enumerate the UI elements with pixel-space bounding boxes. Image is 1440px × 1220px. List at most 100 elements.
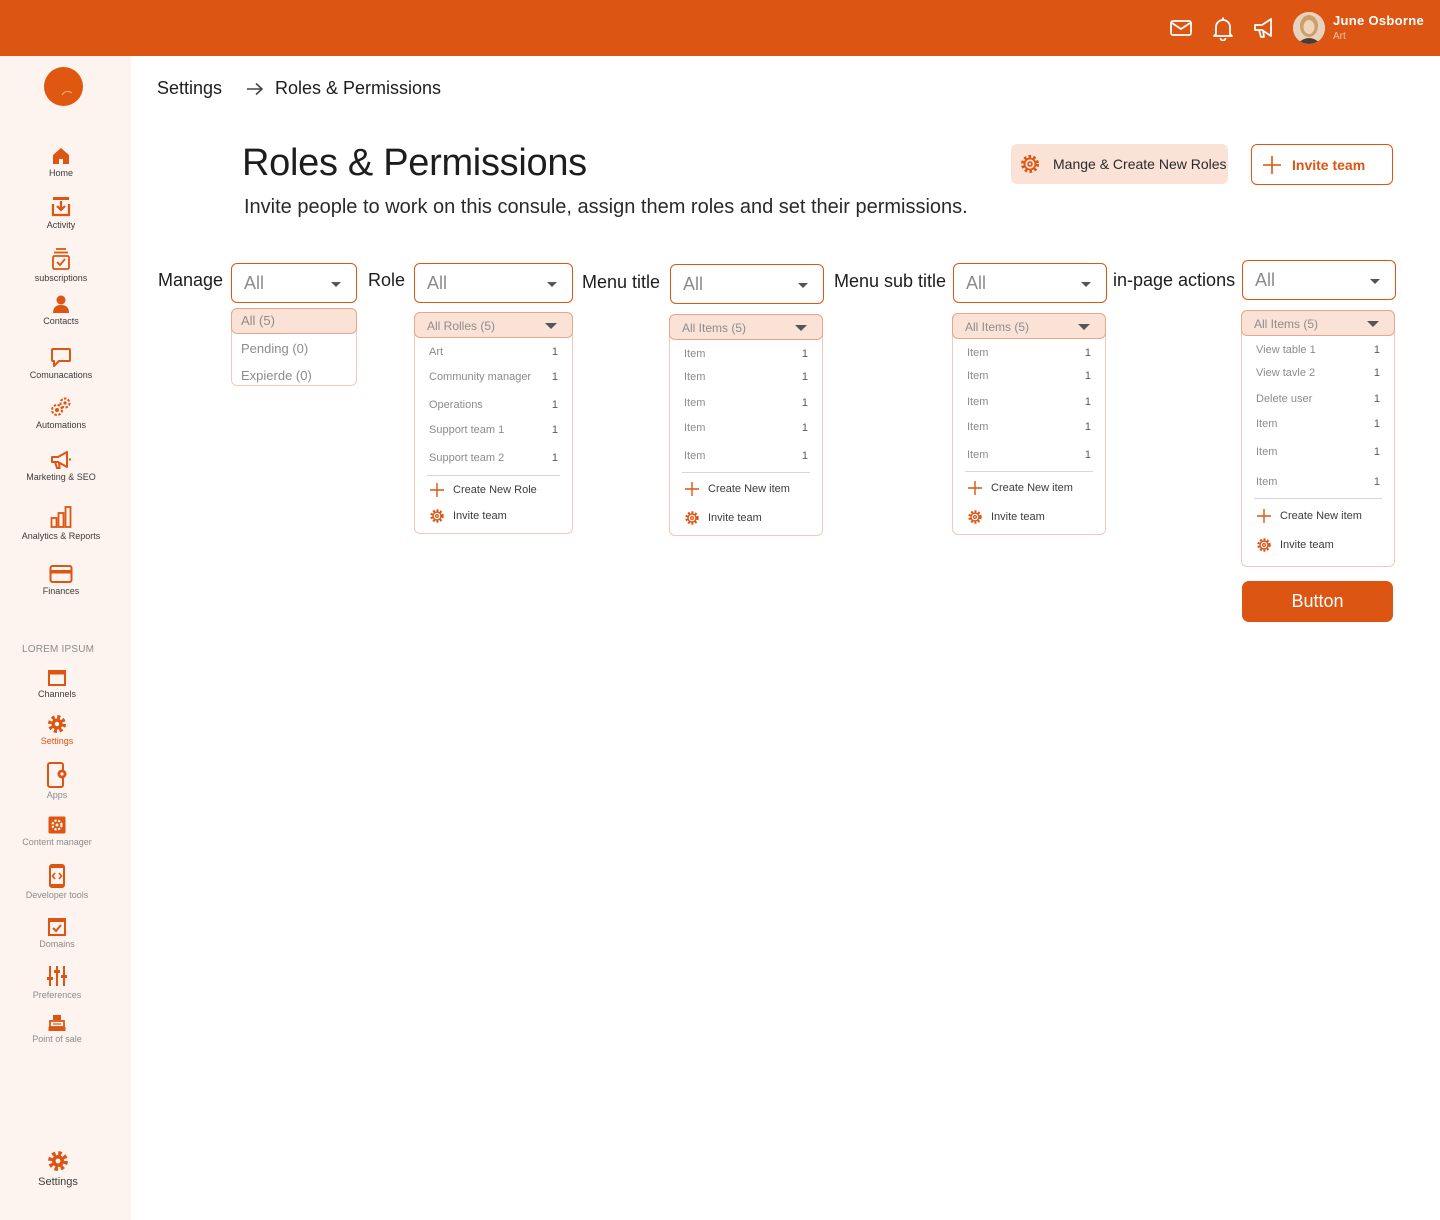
sidebar-item-label: Preferences [32, 990, 82, 1000]
item-name: Support team 2 [429, 452, 505, 464]
list-item[interactable]: Item 1 [684, 422, 808, 438]
invite-team-action[interactable]: Invite team [429, 507, 507, 525]
list-item[interactable]: Support team 1 1 [429, 424, 558, 440]
primary-button[interactable]: Button [1242, 581, 1393, 622]
item-name: Support team 1 [429, 424, 505, 436]
list-item[interactable]: View tavle 2 1 [1256, 367, 1380, 383]
manage-option[interactable]: Pending (0) [232, 338, 356, 360]
sidebar-item-analytics[interactable]: Analytics & Reports [6, 505, 116, 541]
sidebar-item-channels[interactable]: Channels [2, 669, 112, 699]
menu-title-select[interactable]: All [670, 264, 824, 304]
action-label: Invite team [991, 511, 1045, 523]
sidebar-item-apps[interactable]: Apps [2, 762, 112, 800]
gear-icon [48, 1151, 68, 1171]
create-new-role-action[interactable]: Create New Role [429, 481, 537, 499]
list-item[interactable]: Item 1 [967, 396, 1091, 412]
list-item[interactable]: Delete user 1 [1256, 393, 1380, 409]
plus-icon [430, 483, 444, 497]
sidebar-item-automations[interactable]: Automations [6, 396, 116, 430]
list-item[interactable]: Item 1 [967, 421, 1091, 437]
dropdown-head-label: All Items (5) [965, 320, 1030, 334]
list-item[interactable]: Item 1 [684, 450, 808, 466]
item-count: 1 [1373, 393, 1380, 405]
sidebar-item-label: Settings [38, 1176, 78, 1188]
plus-icon [968, 481, 982, 495]
role-select[interactable]: All [414, 263, 573, 303]
item-count: 1 [1373, 418, 1380, 430]
list-item[interactable]: Item 1 [1256, 446, 1380, 462]
megaphone-icon[interactable] [1251, 15, 1277, 41]
checkbox-icon [48, 918, 66, 936]
item-count: 1 [1373, 344, 1380, 356]
create-new-item-action[interactable]: Create New item [1256, 507, 1362, 525]
sidebar-item-preferences[interactable]: Preferences [2, 964, 112, 1000]
list-item[interactable]: Item 1 [684, 397, 808, 413]
invite-team-button[interactable]: Invite team [1251, 144, 1393, 185]
manage-option[interactable]: Expierde (0) [232, 365, 356, 387]
sidebar-item-home[interactable]: Home [6, 146, 116, 178]
role-dropdown-head[interactable]: All Rolles (5) [414, 312, 573, 338]
item-name: Delete user [1256, 393, 1313, 405]
create-new-item-action[interactable]: Create New item [684, 480, 790, 498]
list-item[interactable]: Item 1 [967, 370, 1091, 386]
list-item[interactable]: Item 1 [684, 371, 808, 387]
list-item[interactable]: Item 1 [1256, 476, 1380, 492]
manage-roles-button[interactable]: Mange & Create New Roles [1011, 144, 1228, 184]
sidebar-item-comunacations[interactable]: Comunacations [6, 346, 116, 380]
breadcrumb-parent[interactable]: Settings [157, 78, 222, 99]
invite-team-action[interactable]: Invite team [1256, 536, 1334, 554]
invite-team-action[interactable]: Invite team [967, 508, 1045, 526]
sidebar-item-domains[interactable]: Domains [2, 917, 112, 949]
mail-icon[interactable] [1168, 15, 1194, 41]
item-count: 1 [801, 348, 808, 360]
manage-select[interactable]: All [231, 263, 357, 303]
sidebar-item-finances[interactable]: Finances [6, 564, 116, 596]
list-item[interactable]: Art 1 [429, 346, 558, 362]
in-page-actions-select[interactable]: All [1242, 260, 1396, 300]
menu-sub-title-dropdown-head[interactable]: All Items (5) [952, 313, 1106, 339]
sidebar-item-point-of-sale[interactable]: Point of sale [2, 1014, 112, 1044]
list-item[interactable]: Support team 2 1 [429, 452, 558, 468]
list-item[interactable]: Item 1 [967, 449, 1091, 465]
item-count: 1 [801, 371, 808, 383]
top-bar: June Osborne Art [0, 0, 1440, 56]
create-new-item-action[interactable]: Create New item [967, 479, 1073, 497]
section-label: LOREM IPSUM [22, 644, 95, 655]
sidebar-item-developer-tools[interactable]: Developer tools [2, 864, 112, 900]
filter-label-menu-sub-title: Menu sub title [834, 271, 947, 291]
list-item[interactable]: Operations 1 [429, 399, 558, 415]
filter-label-manage: Manage [158, 270, 224, 290]
item-name: Item [967, 347, 989, 359]
filter-label-menu-title: Menu title [582, 272, 661, 292]
list-item[interactable]: Community manager 1 [429, 371, 558, 387]
avatar[interactable] [1293, 12, 1325, 44]
invite-team-action[interactable]: Invite team [684, 509, 762, 527]
bell-icon[interactable] [1210, 15, 1236, 41]
arrow-right-icon [246, 82, 264, 96]
sidebar-item-label: Domains [39, 939, 75, 949]
filter-label-role: Role [368, 270, 406, 290]
sidebar-item-subscriptions[interactable]: subscriptions [6, 247, 116, 283]
action-label: Invite team [453, 510, 507, 522]
in-page-actions-dropdown-head[interactable]: All Items (5) [1241, 310, 1395, 336]
sidebar-item-contacts[interactable]: Contacts [6, 294, 116, 326]
sidebar-item-settings[interactable]: Settings [2, 714, 112, 746]
sliders-icon [47, 966, 67, 986]
logo[interactable] [44, 67, 83, 106]
list-item[interactable]: Item 1 [967, 347, 1091, 363]
menu-title-dropdown-head[interactable]: All Items (5) [669, 314, 823, 340]
chat-bubble-icon [51, 348, 71, 367]
sidebar-item-content-manager[interactable]: Content manager [2, 815, 112, 847]
list-item[interactable]: Item 1 [1256, 418, 1380, 434]
manage-option[interactable]: All (5) [231, 308, 357, 334]
sidebar-item-marketing[interactable]: Marketing & SEO [6, 450, 116, 482]
sidebar-item-label: Contacts [43, 316, 79, 326]
list-item[interactable]: View table 1 1 [1256, 344, 1380, 360]
list-item[interactable]: Item 1 [684, 348, 808, 364]
sidebar-footer-settings[interactable]: Settings [3, 1150, 113, 1188]
item-name: Item [1256, 418, 1278, 430]
menu-sub-title-select[interactable]: All [953, 263, 1107, 303]
sidebar-item-activity[interactable]: Activity [6, 196, 116, 230]
gear-icon [48, 715, 66, 733]
user-role: Art [1333, 31, 1346, 42]
